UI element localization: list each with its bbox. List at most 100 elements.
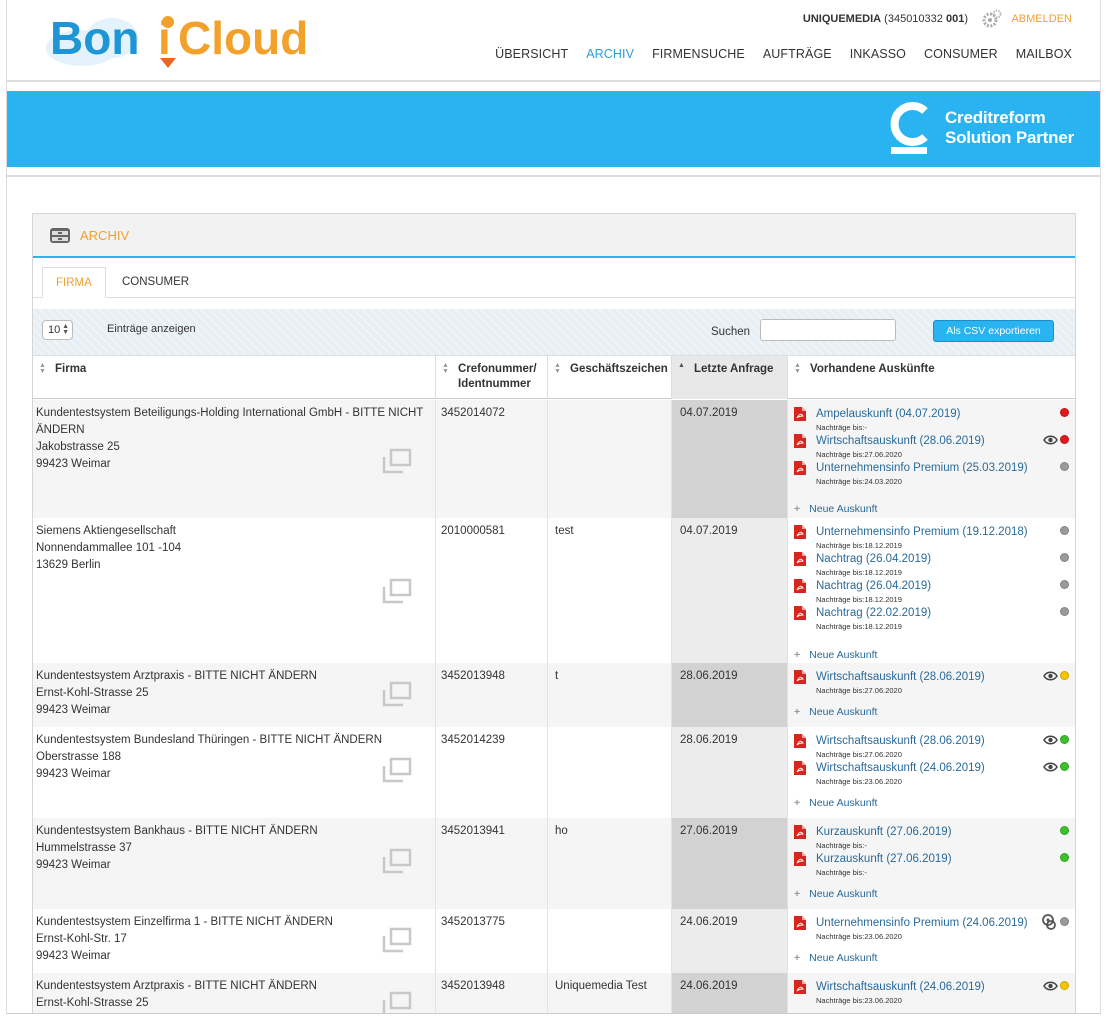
new-report-label[interactable]: Neue Auskunft	[809, 649, 877, 661]
pdf-icon[interactable]	[794, 916, 806, 930]
eye-icon[interactable]	[1043, 761, 1058, 772]
new-report-label[interactable]: Neue Auskunft	[809, 797, 877, 809]
nav-uebersicht[interactable]: ÜBERSICHT	[495, 47, 568, 61]
copy-icon[interactable]	[382, 578, 412, 604]
report-nachtraege: Nachträge bis:24.03.2020	[816, 477, 902, 486]
status-dot	[1060, 762, 1069, 771]
status-dot	[1060, 735, 1069, 744]
nav-mailbox[interactable]: MAILBOX	[1016, 47, 1072, 61]
cell-auskuenfte: Wirtschaftsauskunft (28.06.2019) Nachträg…	[787, 727, 1075, 818]
new-report-link[interactable]: + Neue Auskunft	[794, 795, 877, 812]
new-report-label[interactable]: Neue Auskunft	[809, 888, 877, 900]
eye-icon[interactable]	[1043, 434, 1058, 445]
new-report-label[interactable]: Neue Auskunft	[809, 952, 877, 964]
pdf-icon[interactable]	[794, 670, 806, 684]
table-row: Kundentestsystem Bankhaus - BITTE NICHT …	[33, 818, 1075, 909]
boncloud-logo[interactable]: Bon i Cloud	[42, 8, 307, 70]
col-letzte-anfrage[interactable]: ▲ Letzte Anfrage	[671, 356, 787, 399]
firma-line: Nonnendammallee 101 -104	[36, 542, 182, 554]
col-auskuenfte[interactable]: ▲ ▼ Vorhandene Auskünfte	[787, 356, 1075, 399]
logout-link[interactable]: ABMELDEN	[1011, 13, 1072, 25]
firma-line: Jakobstrasse 25	[36, 441, 120, 453]
pdf-icon[interactable]	[794, 579, 806, 593]
tab-consumer[interactable]: CONSUMER	[109, 267, 202, 298]
pdf-icon[interactable]	[794, 434, 806, 448]
copy-icon[interactable]	[382, 757, 412, 783]
copy-icon[interactable]	[382, 681, 412, 707]
eye-icon[interactable]	[1043, 980, 1058, 991]
copy-icon[interactable]	[382, 848, 412, 874]
settings-gear-icon[interactable]	[982, 9, 1002, 29]
new-report-link[interactable]: + Neue Auskunft	[794, 501, 877, 518]
pdf-icon[interactable]	[794, 407, 806, 421]
cell-geschaeftszeichen: t	[547, 663, 671, 727]
report-item: Wirtschaftsauskunft (28.06.2019) Nachträg…	[794, 669, 1070, 695]
new-report-label[interactable]: Neue Auskunft	[809, 706, 877, 718]
plus-icon: +	[794, 503, 801, 515]
cell-firma: Kundentestsystem Beteiligungs-Holding In…	[33, 400, 435, 518]
col-crefonummer[interactable]: ▲ ▼ Crefonummer/ Identnummer	[435, 356, 547, 399]
table-row: Kundentestsystem Arztpraxis - BITTE NICH…	[33, 973, 1075, 1013]
creditreform-line2: Solution Partner	[944, 128, 1074, 147]
eye-icon[interactable]	[1043, 734, 1058, 745]
cell-firma: Kundentestsystem Einzelfirma 1 - BITTE N…	[33, 909, 435, 973]
copy-icon[interactable]	[382, 991, 412, 1013]
pdf-icon[interactable]	[794, 552, 806, 566]
status-dot	[1060, 580, 1069, 589]
search-input[interactable]	[760, 319, 896, 341]
pdf-icon[interactable]	[794, 525, 806, 539]
col-firma[interactable]: ▲ ▼ Firma	[33, 356, 435, 399]
tab-bar: FIRMA CONSUMER	[33, 266, 1075, 298]
main-nav: ÜBERSICHT ARCHIV FIRMENSUCHE AUFTRÄGE IN…	[477, 47, 1072, 61]
nav-archiv[interactable]: ARCHIV	[586, 47, 634, 61]
new-report-label[interactable]: Neue Auskunft	[809, 503, 877, 515]
pdf-icon[interactable]	[794, 825, 806, 839]
col-geschaeftszeichen[interactable]: ▲ ▼ Geschäftszeichen	[547, 356, 671, 399]
page-size-value: 10	[48, 324, 61, 336]
pdf-icon[interactable]	[794, 761, 806, 775]
cell-firma: Kundentestsystem Bankhaus - BITTE NICHT …	[33, 818, 435, 909]
export-csv-button[interactable]: Als CSV exportieren	[933, 320, 1054, 342]
nav-firmensuche[interactable]: FIRMENSUCHE	[652, 47, 745, 61]
new-report-link[interactable]: + Neue Auskunft	[794, 950, 877, 967]
report-nachtraege: Nachträge bis:18.12.2019	[816, 622, 902, 631]
eye-icon[interactable]	[1043, 670, 1058, 681]
pdf-icon[interactable]	[794, 980, 806, 994]
user-id-close: )	[964, 13, 968, 25]
pdf-icon[interactable]	[794, 734, 806, 748]
new-report-link[interactable]: + Neue Auskunft	[794, 647, 877, 664]
new-report-link[interactable]: + Neue Auskunft	[794, 886, 877, 903]
plus-icon: +	[794, 888, 801, 900]
new-report-link[interactable]: + Neue Auskunft	[794, 704, 877, 721]
tab-firma[interactable]: FIRMA	[42, 267, 106, 298]
table-row: Kundentestsystem Beteiligungs-Holding In…	[33, 400, 1075, 518]
copy-icon[interactable]	[382, 927, 412, 953]
nav-inkasso[interactable]: INKASSO	[850, 47, 906, 61]
firma-line: 99423 Weimar	[36, 859, 111, 871]
firma-line: Ernst-Kohl-Strasse 25	[36, 687, 149, 699]
report-item: Kurzauskunft (27.06.2019) Nachträge bis:-	[794, 824, 1070, 850]
page-size-select[interactable]: 10 ▲ ▼	[42, 320, 73, 340]
user-name: UNIQUEMEDIA	[802, 13, 882, 25]
report-item: Unternehmensinfo Premium (24.06.2019) Nac…	[794, 914, 1070, 941]
pdf-icon[interactable]	[794, 461, 806, 475]
firma-line: 99423 Weimar	[36, 704, 111, 716]
monitoring-icon[interactable]	[1042, 914, 1058, 930]
report-nachtraege: Nachträge bis:23.06.2020	[816, 932, 902, 941]
copy-icon[interactable]	[382, 448, 412, 474]
pdf-icon[interactable]	[794, 852, 806, 866]
cell-auskuenfte: Kurzauskunft (27.06.2019) Nachträge bis:-…	[787, 818, 1075, 909]
cell-auskuenfte: Wirtschaftsauskunft (24.06.2019) Nachträg…	[787, 973, 1075, 1013]
table-header: ▲ ▼ Firma ▲ ▼ Crefonummer/ Identnummer ▲ ▼ Ges…	[33, 355, 1075, 399]
cell-letzte-anfrage: 28.06.2019	[671, 727, 787, 818]
archive-panel: ARCHIV FIRMA CONSUMER 10 ▲ ▼ Einträge anze…	[32, 213, 1076, 1013]
nav-consumer[interactable]: CONSUMER	[924, 47, 998, 61]
cell-firma: Kundentestsystem Bundesland Thüringen - …	[33, 727, 435, 818]
firma-line: Oberstrasse 188	[36, 751, 122, 763]
nav-auftraege[interactable]: AUFTRÄGE	[763, 47, 832, 61]
firma-line: Hummelstrasse 37	[36, 842, 132, 854]
search-label: Suchen	[711, 326, 751, 338]
creditreform-c-icon	[890, 102, 928, 154]
pdf-icon[interactable]	[794, 606, 806, 620]
status-dot	[1060, 553, 1069, 562]
